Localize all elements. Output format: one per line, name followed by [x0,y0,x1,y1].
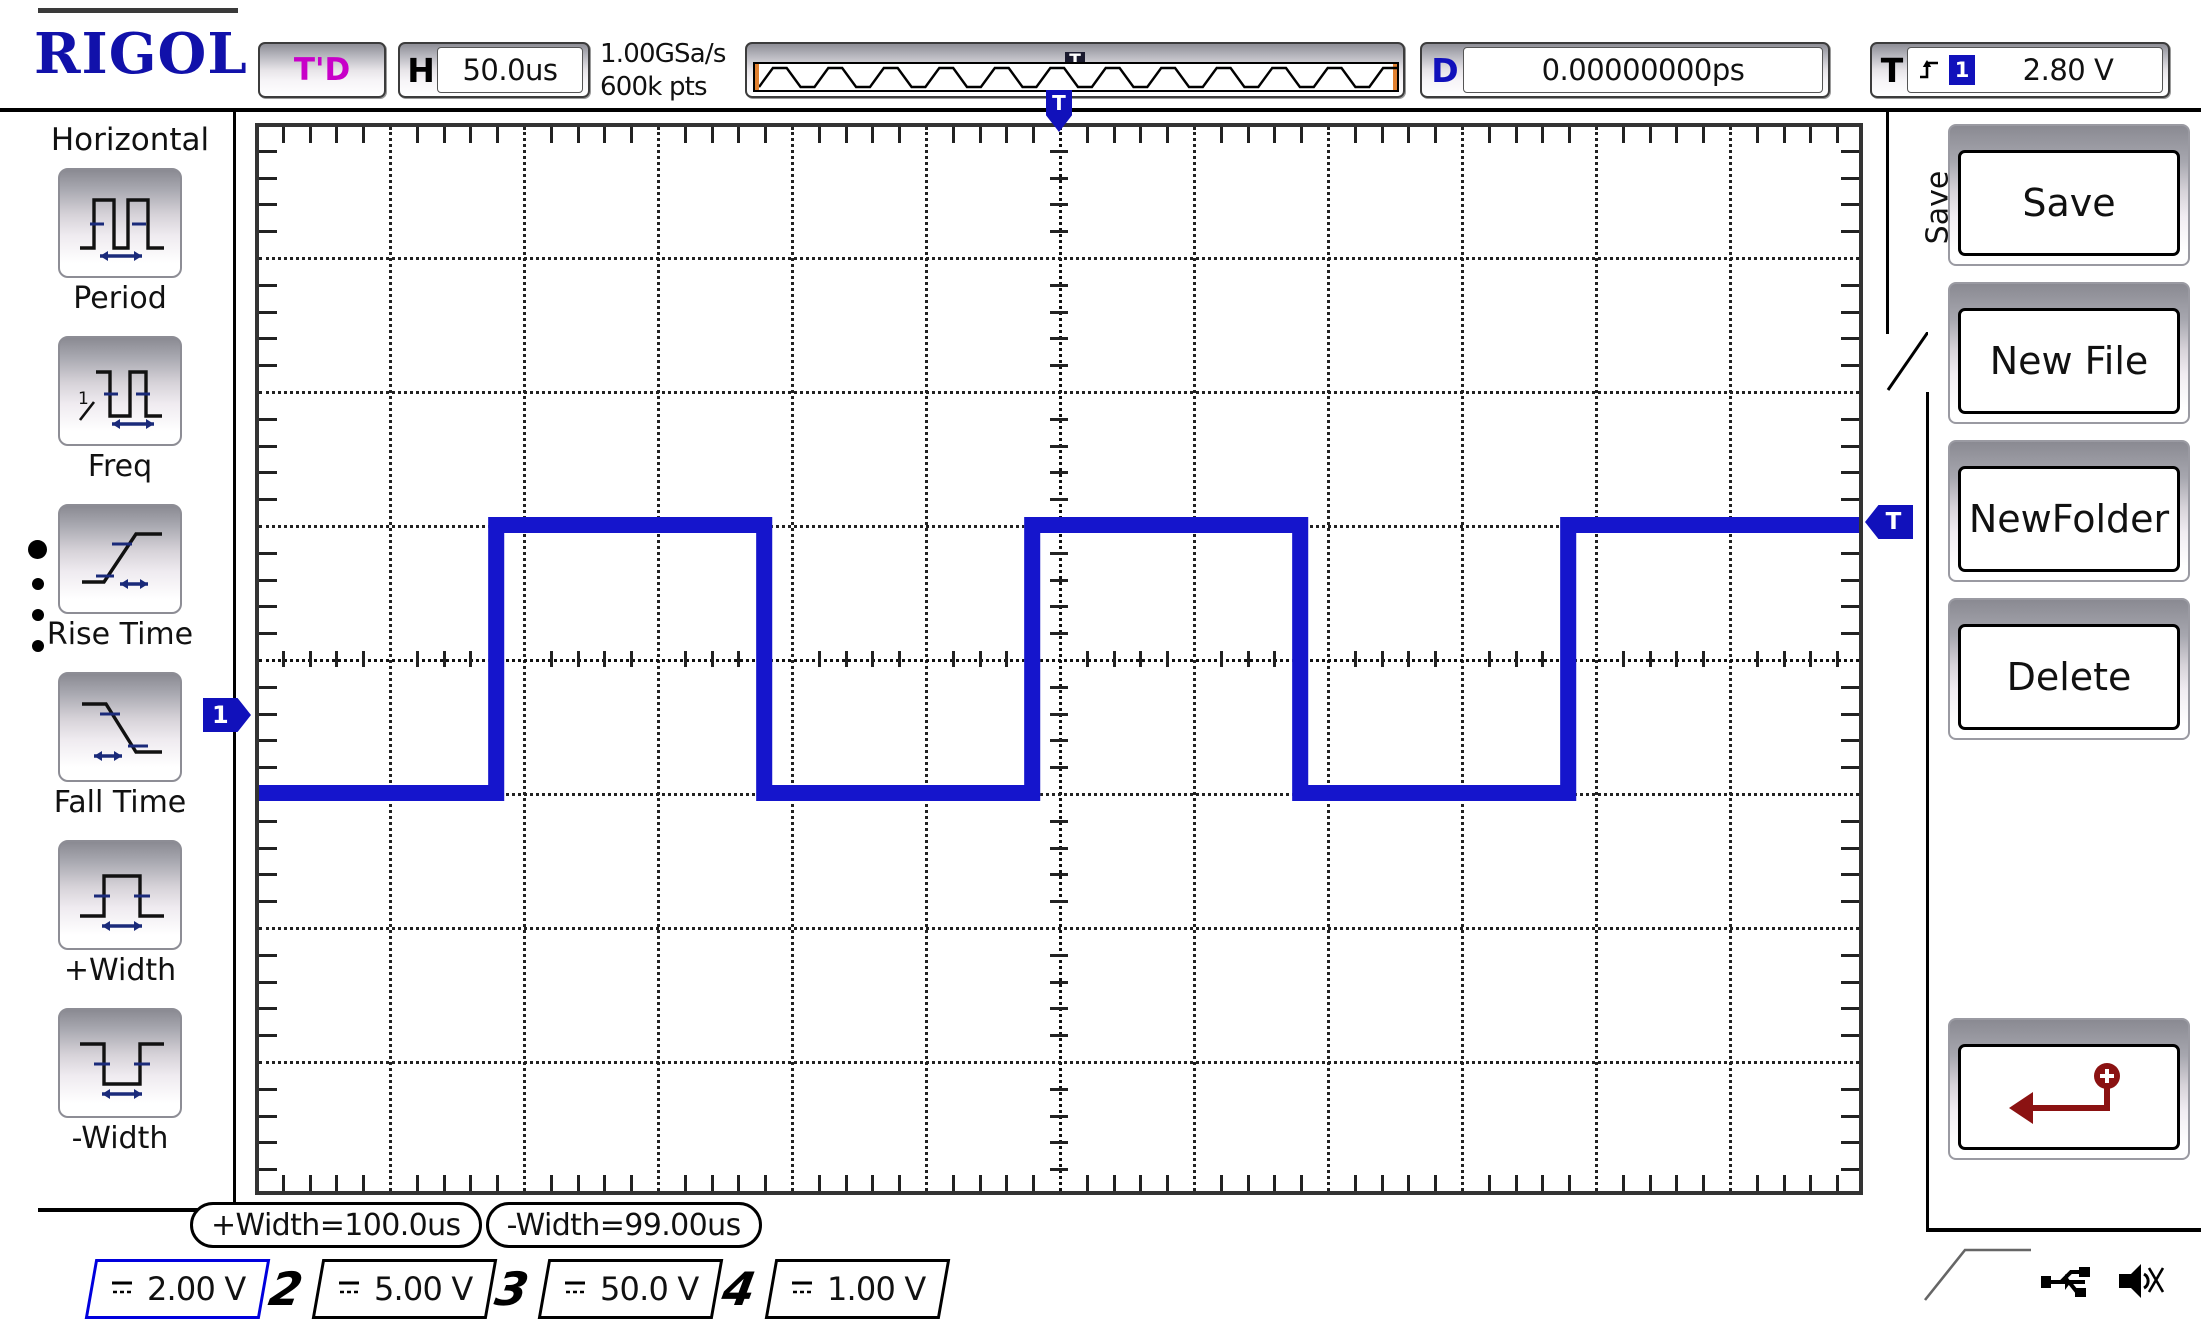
dc-coupling-icon [565,1281,586,1294]
menu-label-period: Period [73,281,167,316]
dc-coupling-icon [791,1281,812,1294]
status-bar [1921,1248,2191,1318]
right-menu-panel: Save Save New File NewFolder Delete [1886,112,2201,1232]
right-panel-divider-bottom [1926,392,1929,1230]
waveform-display[interactable]: 1 T T [203,90,1913,1195]
menu-label-pos-width: +Width [63,953,177,988]
menu-label-freq: Freq [87,449,153,484]
trigger-status-label: T'D [293,52,351,88]
delete-button-label: Delete [1958,624,2180,730]
menu-page-indicator[interactable] [28,540,47,671]
horizontal-letter: H [407,50,435,90]
rigol-logo: RIGOL [34,21,248,87]
new-folder-button[interactable]: NewFolder [1948,440,2190,582]
mute-icon [2119,1264,2165,1298]
channel-button-4[interactable]: 4 1.00 V [701,1253,951,1325]
trigger-value-group: 1 2.80 V [1907,47,2163,93]
horizontal-value: 50.0us [437,47,583,93]
status-bar-diagonal [1923,1248,2031,1301]
oscilloscope-screen: RIGOL T'D H 50.0us 1.00GSa/s 600k pts T … [0,0,2201,1337]
return-arrow-icon [2009,1063,2120,1124]
neg-width-icon [58,1008,182,1118]
channel-volts-per-div: 50.0 V [600,1270,699,1308]
trigger-level-value: 2.80 V [2022,53,2114,87]
right-panel-bottom-rule [1926,1228,2201,1232]
menu-label-fall-time: Fall Time [53,785,187,820]
usb-icon [2041,1267,2090,1297]
dc-coupling-icon [112,1281,132,1294]
channel-button-1[interactable]: 1 2.00 V [21,1253,271,1325]
new-file-button-label: New File [1958,308,2180,414]
menu-label-neg-width: -Width [71,1121,169,1156]
plot-bottom-axis [255,1191,1863,1195]
measurement-pos-width[interactable]: +Width=100.0us [190,1202,482,1248]
rising-edge-icon [1920,60,1938,79]
trigger-letter: T [1880,50,1904,90]
channel1-trace [255,517,1863,801]
page-dot [32,609,44,621]
header-top-rule [38,8,238,13]
left-panel-divider [233,112,236,1212]
new-folder-button-label: NewFolder [1958,466,2180,572]
sample-rate: 1.00GSa/s [600,39,726,69]
menu-item-rise-time[interactable]: Rise Time [47,504,193,652]
channel-volts-per-div: 2.00 V [147,1270,246,1308]
left-menu-panel: Horizontal Period 1 Freq Rise Time Fall … [0,112,236,1212]
channel-scale-box[interactable]: 50.0 V [537,1259,723,1319]
preview-waveform [753,62,1399,92]
new-file-button[interactable]: New File [1948,282,2190,424]
menu-item-fall-time[interactable]: Fall Time [54,672,186,820]
left-menu-title: Horizontal [50,122,210,158]
channel-bar: 1 2.00 V 2 5.00 V 3 50.0 V 4 1.00 V [21,1253,951,1325]
return-button[interactable] [1948,1018,2190,1160]
channel-volts-per-div: 1.00 V [826,1270,926,1308]
menu-item-period[interactable]: Period [58,168,182,316]
channel-scale-box[interactable]: 1.00 V [764,1259,950,1319]
rise-time-icon [58,504,182,614]
channel-scale-box[interactable]: 5.00 V [311,1259,497,1319]
header-bar: RIGOL T'D H 50.0us 1.00GSa/s 600k pts T … [0,0,2201,112]
channel-scale-box[interactable]: 2.00 V [84,1259,270,1319]
freq-icon: 1 [58,336,182,446]
menu-item-freq[interactable]: 1 Freq [58,336,182,484]
menu-label-rise-time: Rise Time [46,617,194,652]
delete-button[interactable]: Delete [1948,598,2190,740]
header-bottom-rule [0,108,2201,112]
fall-time-icon [58,672,182,782]
save-button-label: Save [1958,150,2180,256]
delay-value: 0.00000000ps [1463,47,1823,93]
menu-item-pos-width[interactable]: +Width [58,840,182,988]
sample-info: 1.00GSa/s 600k pts [600,38,736,104]
menu-item-neg-width[interactable]: -Width [58,1008,182,1156]
trigger-status-badge[interactable]: T'D [258,42,386,98]
page-dot [32,640,44,652]
delay-box[interactable]: D 0.00000000ps [1420,42,1830,98]
measurement-neg-width[interactable]: -Width=99.00us [485,1202,762,1248]
trigger-channel-chip: 1 [1949,55,1975,85]
channel-button-2[interactable]: 2 5.00 V [248,1253,498,1325]
dc-coupling-icon [338,1281,359,1294]
channel1-ground-marker[interactable]: 1 [203,698,251,732]
trigger-box[interactable]: T 1 2.80 V [1870,42,2170,98]
period-icon [58,168,182,278]
page-dot [32,578,44,590]
channel-volts-per-div: 5.00 V [373,1270,473,1308]
plot-right-axis [1859,123,1863,1195]
save-button[interactable]: Save [1948,124,2190,266]
horizontal-scale-box[interactable]: H 50.0us [398,42,590,98]
delay-letter: D [1431,50,1459,90]
pos-width-icon [58,840,182,950]
right-panel-diagonal [1886,332,1928,391]
waveform-preview-bar[interactable]: T [745,42,1405,98]
channel-button-3[interactable]: 3 50.0 V [474,1253,724,1325]
plot-left-axis [255,123,259,1195]
right-panel-divider-top [1886,112,1889,334]
svg-text:1: 1 [78,389,89,409]
page-dot-active [28,540,47,559]
memory-depth: 600k pts [600,72,708,102]
measurement-bar: +Width=100.0us -Width=99.00us [190,1202,766,1248]
